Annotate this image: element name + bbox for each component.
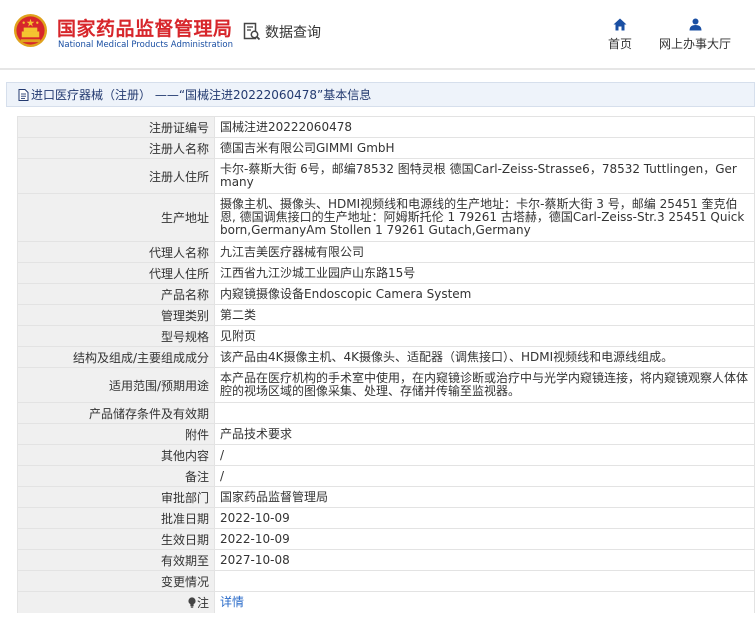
- field-label: 其他内容: [17, 444, 215, 466]
- table-row: 注册人名称 德国吉米有限公司GIMMI GmbH: [17, 137, 755, 159]
- field-value: /: [214, 444, 755, 466]
- national-emblem-logo[interactable]: [13, 13, 48, 48]
- table-row: 批准日期 2022-10-09: [17, 507, 755, 529]
- field-label: 结构及组成/主要组成成分: [17, 346, 215, 368]
- field-value: 见附页: [214, 325, 755, 347]
- table-row-note: 注 详情: [17, 591, 755, 613]
- field-value: 内窥镜摄像设备Endoscopic Camera System: [214, 283, 755, 305]
- field-value: [214, 570, 755, 592]
- field-value: 本产品在医疗机构的手术室中使用，在内窥镜诊断或治疗中与光学内窥镜连接，将内窥镜观…: [214, 367, 755, 403]
- nav-home-label: 首页: [607, 37, 632, 51]
- table-row: 型号规格 见附页: [17, 325, 755, 347]
- table-row: 审批部门 国家药品监督管理局: [17, 486, 755, 508]
- note-value-cell: 详情: [214, 591, 755, 613]
- nav-online-label: 网上办事大厅: [658, 37, 731, 51]
- table-row: 注册证编号 国械注进20222060478: [17, 116, 755, 138]
- field-label: 备注: [17, 465, 215, 487]
- field-label: 适用范围/预期用途: [17, 367, 215, 403]
- field-label: 产品名称: [17, 283, 215, 305]
- table-row: 产品储存条件及有效期: [17, 402, 755, 424]
- table-row: 变更情况: [17, 570, 755, 592]
- table-row: 注册人住所 卡尔-蔡斯大街 6号，邮编78532 图特灵根 德国Carl-Zeis…: [17, 158, 755, 194]
- page-title-bar: 进口医疗器械（注册） ——“国械注进20222060478”基本信息: [6, 82, 755, 107]
- header-divider: [0, 68, 755, 70]
- table-row: 结构及组成/主要组成成分 该产品由4K摄像主机、4K摄像头、适配器（调焦接口）、H…: [17, 346, 755, 368]
- field-label: 注册人住所: [17, 158, 215, 194]
- field-value: 2027-10-08: [214, 549, 755, 571]
- document-icon: [18, 88, 29, 101]
- search-doc-icon: [243, 22, 261, 41]
- field-label: 型号规格: [17, 325, 215, 347]
- field-value: 九江吉美医疗器械有限公司: [214, 241, 755, 263]
- user-icon: [689, 18, 701, 31]
- table-row: 产品名称 内窥镜摄像设备Endoscopic Camera System: [17, 283, 755, 305]
- field-label: 注册证编号: [17, 116, 215, 138]
- table-row: 生产地址 摄像主机、摄像头、HDMI视频线和电源线的生产地址：卡尔-蔡斯大街 3 …: [17, 193, 755, 242]
- note-label: 注: [196, 595, 209, 610]
- nav-online-service[interactable]: 网上办事大厅: [655, 18, 735, 52]
- field-value: 国家药品监督管理局: [214, 486, 755, 508]
- field-value: 江西省九江沙城工业园庐山东路15号: [214, 262, 755, 284]
- data-query-label: 数据查询: [265, 25, 321, 41]
- table-row: 生效日期 2022-10-09: [17, 528, 755, 550]
- table-row: 其他内容 /: [17, 444, 755, 466]
- field-label: 产品储存条件及有效期: [17, 402, 215, 424]
- field-value: 卡尔-蔡斯大街 6号，邮编78532 图特灵根 德国Carl-Zeiss-Str…: [214, 158, 755, 194]
- field-label: 生产地址: [17, 193, 215, 242]
- site-header: 国家药品监督管理局 National Medical Products Admi…: [0, 0, 755, 68]
- home-icon: [613, 18, 627, 31]
- field-value: 德国吉米有限公司GIMMI GmbH: [214, 137, 755, 159]
- table-row: 代理人名称 九江吉美医疗器械有限公司: [17, 241, 755, 263]
- field-label: 管理类别: [17, 304, 215, 326]
- field-value: [214, 402, 755, 424]
- data-query-link[interactable]: 数据查询: [243, 22, 321, 42]
- registration-info-table: 注册证编号 国械注进20222060478 注册人名称 德国吉米有限公司GIMMI …: [17, 116, 755, 613]
- table-row: 附件 产品技术要求: [17, 423, 755, 445]
- brand-chinese-name[interactable]: 国家药品监督管理局: [57, 14, 233, 41]
- field-value: 产品技术要求: [214, 423, 755, 445]
- field-label: 附件: [17, 423, 215, 445]
- field-value: 2022-10-09: [214, 528, 755, 550]
- page-title: 进口医疗器械（注册） ——“国械注进20222060478”基本信息: [31, 88, 372, 102]
- details-link[interactable]: 详情: [220, 595, 244, 609]
- brand-english-name[interactable]: National Medical Products Administration: [58, 40, 233, 50]
- field-label: 有效期至: [17, 549, 215, 571]
- table-row: 有效期至 2027-10-08: [17, 549, 755, 571]
- field-label: 批准日期: [17, 507, 215, 529]
- field-label: 代理人名称: [17, 241, 215, 263]
- field-value: 摄像主机、摄像头、HDMI视频线和电源线的生产地址：卡尔-蔡斯大街 3 号，邮编…: [214, 193, 755, 242]
- field-label: 代理人住所: [17, 262, 215, 284]
- note-label-cell: 注: [17, 591, 215, 613]
- lightbulb-icon: [188, 597, 196, 608]
- field-label: 变更情况: [17, 570, 215, 592]
- field-value: 2022-10-09: [214, 507, 755, 529]
- table-row: 代理人住所 江西省九江沙城工业园庐山东路15号: [17, 262, 755, 284]
- field-label: 注册人名称: [17, 137, 215, 159]
- table-row: 备注 /: [17, 465, 755, 487]
- nav-home[interactable]: 首页: [604, 18, 636, 52]
- field-value: /: [214, 465, 755, 487]
- field-label: 生效日期: [17, 528, 215, 550]
- table-row: 管理类别 第二类: [17, 304, 755, 326]
- field-value: 第二类: [214, 304, 755, 326]
- field-label: 审批部门: [17, 486, 215, 508]
- table-row: 适用范围/预期用途 本产品在医疗机构的手术室中使用，在内窥镜诊断或治疗中与光学内窥…: [17, 367, 755, 403]
- field-value: 国械注进20222060478: [214, 116, 755, 138]
- field-value: 该产品由4K摄像主机、4K摄像头、适配器（调焦接口）、HDMI视频线和电源线组成…: [214, 346, 755, 368]
